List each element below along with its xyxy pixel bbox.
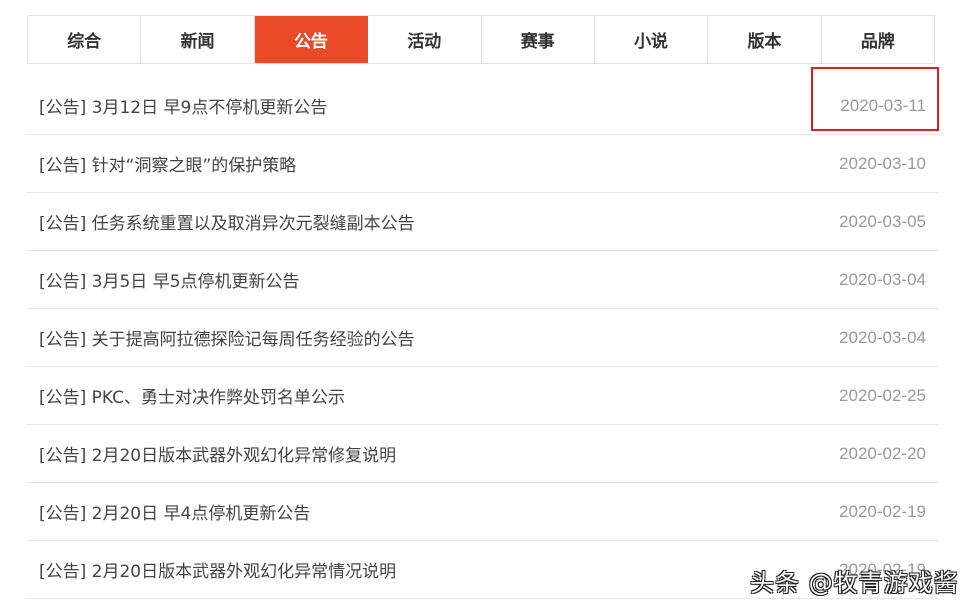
- category-tabs: 综合 新闻 公告 活动 赛事 小说 版本 品牌: [27, 15, 935, 64]
- item-date: 2020-03-10: [839, 153, 926, 173]
- tab-tournaments[interactable]: 赛事: [482, 16, 595, 63]
- list-item: [公告] 3月5日 早5点停机更新公告 2020-03-04: [27, 251, 938, 309]
- list-item: [公告] 3月12日 早9点不停机更新公告 2020-03-11: [27, 77, 938, 135]
- list-item: [公告] PKC、勇士对决作弊处罚名单公示 2020-02-25: [27, 367, 938, 425]
- item-date: 2020-02-19: [839, 501, 926, 521]
- item-title-link[interactable]: [公告] 3月12日 早9点不停机更新公告: [39, 93, 327, 118]
- tab-announcements[interactable]: 公告: [254, 16, 369, 63]
- tab-general[interactable]: 综合: [28, 16, 142, 63]
- item-title-link[interactable]: [公告] 关于提高阿拉德探险记每周任务经验的公告: [39, 325, 415, 350]
- date-highlight-box: [811, 67, 939, 131]
- item-date: 2020-03-05: [839, 211, 926, 231]
- item-title-link[interactable]: [公告] 2月20日 早4点停机更新公告: [39, 499, 310, 524]
- tab-novels[interactable]: 小说: [595, 16, 709, 63]
- item-title-link[interactable]: [公告] 任务系统重置以及取消异次元裂缝副本公告: [39, 209, 415, 234]
- watermark: 头条 @牧青游戏酱: [750, 569, 959, 597]
- item-date: 2020-02-25: [839, 385, 926, 405]
- item-date: 2020-03-04: [839, 327, 926, 347]
- item-title-link[interactable]: [公告] 2月20日版本武器外观幻化异常情况说明: [39, 557, 396, 582]
- item-date: 2020-02-20: [839, 443, 926, 463]
- item-title-link[interactable]: [公告] 2月20日版本武器外观幻化异常修复说明: [39, 441, 396, 466]
- announcement-list: [公告] 3月12日 早9点不停机更新公告 2020-03-11 [公告] 针对“…: [27, 77, 938, 599]
- tab-news[interactable]: 新闻: [141, 16, 255, 63]
- item-date: 2020-03-04: [839, 269, 926, 289]
- tab-brand[interactable]: 品牌: [822, 16, 934, 63]
- tab-versions[interactable]: 版本: [708, 16, 822, 63]
- list-item: [公告] 2月20日 早4点停机更新公告 2020-02-19: [27, 483, 938, 541]
- list-item: [公告] 2月20日版本武器外观幻化异常修复说明 2020-02-20: [27, 425, 938, 483]
- list-item: [公告] 任务系统重置以及取消异次元裂缝副本公告 2020-03-05: [27, 193, 938, 251]
- tab-events[interactable]: 活动: [368, 16, 482, 63]
- list-item: [公告] 针对“洞察之眼”的保护策略 2020-03-10: [27, 135, 938, 193]
- item-title-link[interactable]: [公告] 3月5日 早5点停机更新公告: [39, 267, 300, 292]
- list-item: [公告] 关于提高阿拉德探险记每周任务经验的公告 2020-03-04: [27, 309, 938, 367]
- item-title-link[interactable]: [公告] 针对“洞察之眼”的保护策略: [39, 151, 296, 176]
- item-title-link[interactable]: [公告] PKC、勇士对决作弊处罚名单公示: [39, 383, 345, 408]
